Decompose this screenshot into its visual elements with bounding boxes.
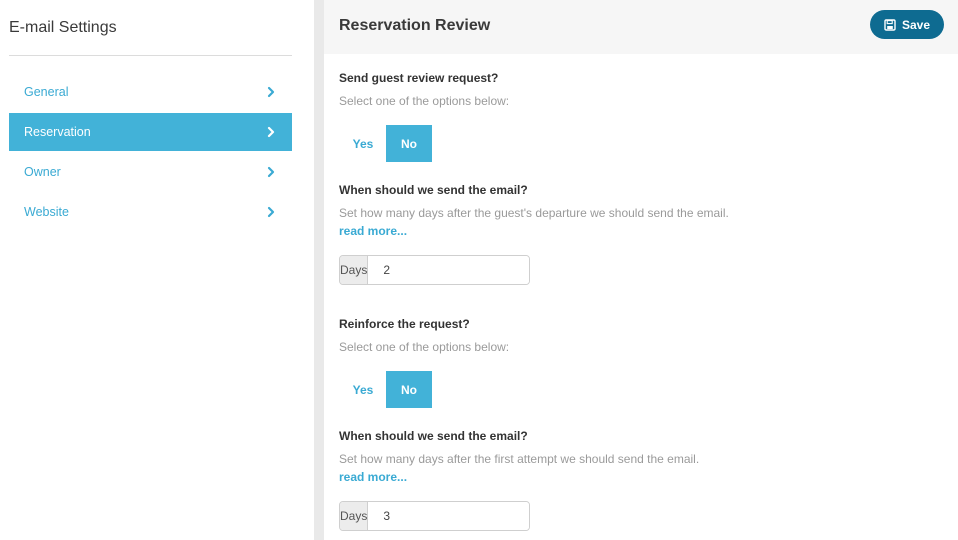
sidebar-item-label: Website [24, 205, 69, 219]
days-input[interactable] [368, 256, 529, 284]
chevron-right-icon [267, 126, 275, 138]
reinforce-question: Reinforce the request? [339, 317, 470, 331]
main-panel: Reservation Review Save Send guest revie… [324, 0, 958, 540]
page-title: Reservation Review [339, 17, 491, 34]
sidebar-item-label: General [24, 85, 69, 99]
days-addon-label: Days [340, 502, 369, 530]
sidebar: E-mail Settings General Reservation Owne… [0, 0, 314, 540]
read-more-link[interactable]: read more... [339, 224, 407, 238]
guest-review-yes-button[interactable]: Yes [340, 125, 386, 162]
sidebar-item-reservation[interactable]: Reservation [9, 113, 292, 151]
save-button-label: Save [901, 17, 931, 32]
reinforce-toggle: Yes No [340, 371, 432, 408]
reinforce-help: Select one of the options below: [339, 340, 510, 354]
sidebar-item-label: Reservation [24, 125, 91, 139]
guest-review-no-button[interactable]: No [386, 125, 432, 162]
panel-gutter [314, 0, 324, 540]
send-email-help: Set how many days after the guest's depa… [339, 206, 729, 220]
days-input-group: Days [339, 501, 530, 531]
sidebar-item-website[interactable]: Website [9, 193, 292, 231]
sidebar-item-general[interactable]: General [9, 73, 292, 111]
sidebar-title: E-mail Settings [9, 19, 117, 36]
chevron-right-icon [267, 166, 275, 178]
panel-header: Reservation Review Save [324, 0, 958, 54]
days-input[interactable] [368, 502, 529, 530]
sidebar-divider [9, 55, 292, 56]
sidebar-item-label: Owner [24, 165, 61, 179]
guest-review-question: Send guest review request? [339, 71, 499, 85]
send-email-question: When should we send the email? [339, 183, 528, 197]
reinforce-send-email-help: Set how many days after the first attemp… [339, 452, 700, 466]
chevron-right-icon [267, 206, 275, 218]
read-more-link[interactable]: read more... [339, 470, 407, 484]
guest-review-help: Select one of the options below: [339, 94, 510, 108]
reinforce-no-button[interactable]: No [386, 371, 432, 408]
floppy-disk-icon [884, 18, 896, 31]
chevron-right-icon [267, 86, 275, 98]
reinforce-send-email-question: When should we send the email? [339, 429, 528, 443]
save-button[interactable]: Save [870, 10, 944, 39]
sidebar-item-owner[interactable]: Owner [9, 153, 292, 191]
guest-review-toggle: Yes No [340, 125, 432, 162]
reinforce-yes-button[interactable]: Yes [340, 371, 386, 408]
days-addon-label: Days [340, 256, 369, 284]
days-input-group: Days [339, 255, 530, 285]
